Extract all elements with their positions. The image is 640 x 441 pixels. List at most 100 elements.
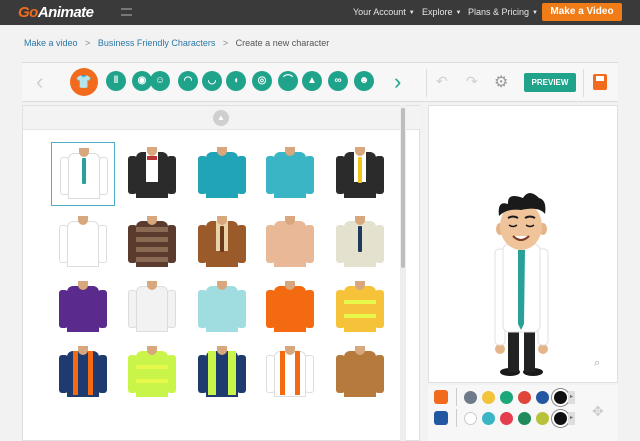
- category-nose-icon[interactable]: ▲: [302, 71, 322, 91]
- clothing-item[interactable]: [258, 142, 322, 206]
- character-figure: [494, 193, 549, 376]
- category-hair-icon[interactable]: ◠: [178, 71, 198, 91]
- more-colors-icon[interactable]: ▸: [568, 412, 575, 425]
- shirt-thumbnail: [60, 148, 108, 199]
- shirt-thumbnail: [266, 281, 314, 332]
- shirt-thumbnail: [128, 346, 176, 397]
- color-swatch[interactable]: [500, 391, 513, 404]
- clothing-item[interactable]: [190, 142, 254, 206]
- more-colors-icon[interactable]: ▸: [568, 391, 575, 404]
- redo-icon[interactable]: ↷: [466, 73, 478, 90]
- clothing-item[interactable]: [190, 211, 254, 275]
- tie-color-icon[interactable]: [434, 411, 448, 425]
- clothing-item[interactable]: [328, 211, 392, 275]
- grid-scrollbar-thumb[interactable]: [401, 108, 405, 268]
- clothing-item[interactable]: [328, 142, 392, 206]
- shirt-thumbnail: [336, 147, 384, 198]
- nav-your-account[interactable]: Your Account ▼: [353, 7, 415, 17]
- color-swatch[interactable]: [536, 391, 549, 404]
- category-shirt-icon[interactable]: 👕: [70, 68, 98, 96]
- shirt-thumbnail: [198, 216, 246, 267]
- shirt-thumbnail: [336, 281, 384, 332]
- clothing-item[interactable]: [120, 142, 184, 206]
- color-swatch[interactable]: [518, 412, 531, 425]
- color-swatch[interactable]: [554, 391, 567, 404]
- category-eyes-icon[interactable]: ◎: [252, 71, 272, 91]
- category-shoes-icon[interactable]: ◉: [132, 71, 152, 91]
- clothing-grid: ▲: [22, 105, 421, 441]
- category-toolbar: ‹ 👕 ǁ ◉ ☺ ◠ ◡ ◖ ◎ ⌒ ▲ ∞ ☻ › ↶ ↷ ⚙ PREVIEW: [22, 62, 618, 102]
- clothing-item[interactable]: [120, 211, 184, 275]
- shirt-thumbnail: [198, 281, 246, 332]
- gear-icon[interactable]: ⚙: [494, 72, 508, 92]
- color-swatch[interactable]: [500, 412, 513, 425]
- clothing-item[interactable]: [51, 276, 115, 340]
- category-pants-icon[interactable]: ǁ: [106, 71, 126, 91]
- shirt-thumbnail: [198, 147, 246, 198]
- shirt-thumbnail: [266, 346, 314, 397]
- toolbar-divider: [426, 69, 427, 97]
- color-swatch[interactable]: [464, 391, 477, 404]
- clothing-item[interactable]: [51, 142, 115, 206]
- category-face-shape-icon[interactable]: ☺: [150, 71, 170, 91]
- palette-divider: [456, 409, 457, 427]
- top-nav: GoAnimate Your Account ▼ Explore ▼ Plans &…: [0, 0, 640, 25]
- shirt-thumbnail: [128, 281, 176, 332]
- scroll-up-icon[interactable]: ▲: [213, 110, 229, 126]
- character-preview: [428, 105, 618, 383]
- scroll-up-strip: ▲: [23, 106, 421, 130]
- clothing-item[interactable]: [258, 276, 322, 340]
- goanimate-logo[interactable]: GoAnimate: [18, 4, 94, 21]
- shirt-thumbnail: [198, 346, 246, 397]
- clothing-item[interactable]: [51, 341, 115, 405]
- breadcrumb-business-characters[interactable]: Business Friendly Characters: [98, 38, 216, 48]
- nav-explore[interactable]: Explore ▼: [422, 7, 461, 17]
- prev-category-icon[interactable]: ‹: [36, 71, 43, 93]
- color-swatch[interactable]: [518, 391, 531, 404]
- color-swatch[interactable]: [536, 412, 549, 425]
- color-palette: ▸ ▸: [428, 385, 618, 441]
- clothing-item[interactable]: [258, 341, 322, 405]
- color-swatch[interactable]: [554, 412, 567, 425]
- menu-icon[interactable]: [121, 8, 132, 16]
- clothing-item[interactable]: [328, 341, 392, 405]
- color-swatch[interactable]: [464, 412, 477, 425]
- category-mouth-icon[interactable]: ◡: [202, 71, 222, 91]
- clothing-item[interactable]: [258, 211, 322, 275]
- color-swatch[interactable]: [482, 391, 495, 404]
- save-icon[interactable]: [593, 74, 607, 90]
- shirt-thumbnail: [59, 346, 107, 397]
- clothing-item[interactable]: [328, 276, 392, 340]
- shirt-thumbnail: [266, 147, 314, 198]
- shirt-thumbnail: [59, 281, 107, 332]
- toolbar-divider: [583, 69, 584, 97]
- category-ear-icon[interactable]: ◖: [226, 71, 246, 91]
- shirt-thumbnail: [266, 216, 314, 267]
- make-a-video-button[interactable]: Make a Video: [542, 3, 622, 21]
- nav-plans-pricing[interactable]: Plans & Pricing ▼: [468, 7, 538, 17]
- undo-icon[interactable]: ↶: [436, 73, 448, 90]
- preview-button[interactable]: PREVIEW: [524, 73, 576, 92]
- clothing-item[interactable]: [120, 276, 184, 340]
- next-category-icon[interactable]: ›: [394, 71, 401, 93]
- breadcrumb-current: Create a new character: [235, 38, 330, 48]
- category-beard-icon[interactable]: ☻: [354, 71, 374, 91]
- clothing-item[interactable]: [190, 276, 254, 340]
- shirt-thumbnail: [336, 216, 384, 267]
- clothing-item[interactable]: [120, 341, 184, 405]
- clothing-item[interactable]: [190, 341, 254, 405]
- color-swatch[interactable]: [482, 412, 495, 425]
- breadcrumb-separator: >: [85, 38, 91, 48]
- category-eyebrows-icon[interactable]: ⌒: [278, 71, 298, 91]
- shirt-thumbnail: [128, 147, 176, 198]
- palette-divider: [456, 388, 457, 406]
- category-glasses-icon[interactable]: ∞: [328, 71, 348, 91]
- drag-move-icon[interactable]: ✥: [592, 403, 604, 420]
- breadcrumb-separator: >: [222, 38, 229, 48]
- clothing-item[interactable]: [51, 211, 115, 275]
- shirt-color-icon[interactable]: [434, 390, 448, 404]
- zoom-icon[interactable]: ⌕: [594, 357, 600, 370]
- breadcrumb: Make a video > Business Friendly Charact…: [24, 38, 329, 48]
- breadcrumb-make-a-video[interactable]: Make a video: [24, 38, 78, 48]
- shirt-thumbnail: [128, 216, 176, 267]
